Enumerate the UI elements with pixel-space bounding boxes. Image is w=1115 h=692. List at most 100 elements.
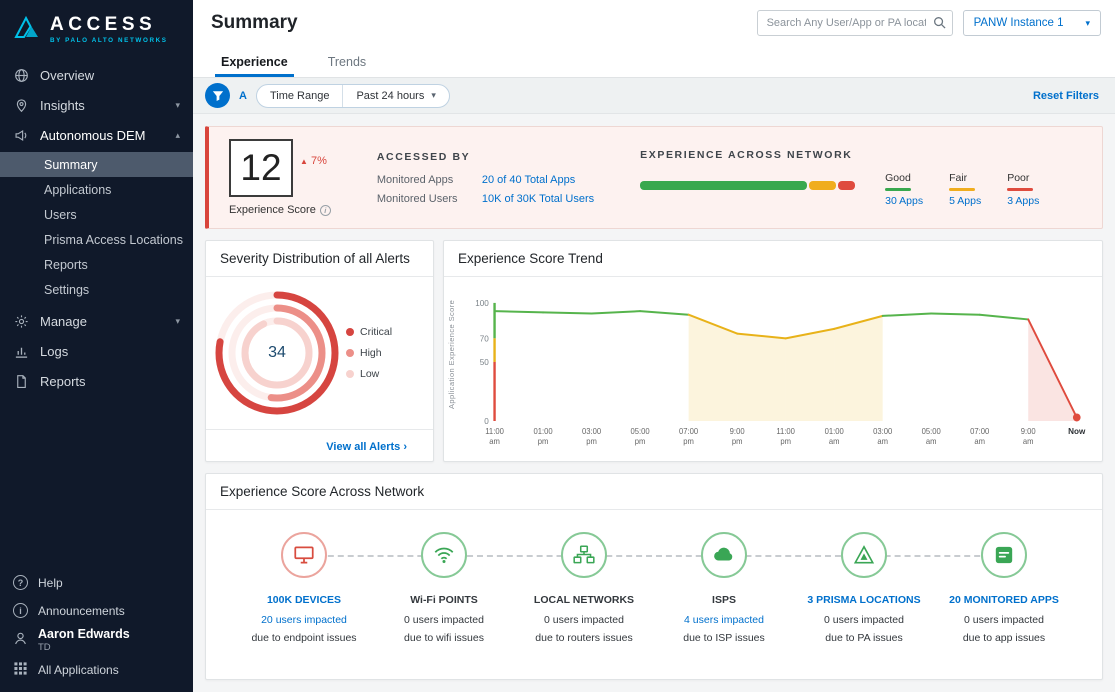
node-cause: due to ISP issues bbox=[683, 632, 765, 644]
main-area: Summary PANW Instance 1 ▾ Experience Tre… bbox=[193, 0, 1115, 692]
instance-selector[interactable]: PANW Instance 1 ▾ bbox=[963, 10, 1101, 36]
sidebar-item-overview[interactable]: Overview bbox=[0, 60, 193, 90]
legend-good: Good 30 Apps bbox=[885, 172, 923, 207]
sidebar-item-logs[interactable]: Logs bbox=[0, 336, 193, 366]
wifi-icon bbox=[421, 532, 467, 578]
apps-icon bbox=[981, 532, 1027, 578]
svg-text:am: am bbox=[1023, 437, 1034, 446]
nav-label: Overview bbox=[40, 68, 94, 83]
legend-high: High bbox=[346, 347, 392, 359]
search-icon[interactable] bbox=[933, 16, 946, 32]
help-button[interactable]: ? Help bbox=[0, 569, 193, 597]
sidebar-nav: Overview Insights ▾ Autonomous DEM ▴ Sum… bbox=[0, 60, 193, 396]
legend-count-link[interactable]: 30 Apps bbox=[885, 195, 923, 207]
svg-text:Now: Now bbox=[1068, 426, 1086, 436]
time-range-dropdown[interactable]: Past 24 hours ▾ bbox=[342, 85, 448, 107]
reset-filters-link[interactable]: Reset Filters bbox=[1033, 90, 1099, 102]
sidebar-item-reports[interactable]: Reports bbox=[0, 252, 193, 277]
sidebar-item-reports-main[interactable]: Reports bbox=[0, 366, 193, 396]
prisma-location-icon bbox=[841, 532, 887, 578]
node-impacted-link[interactable]: 20 users impacted bbox=[261, 614, 347, 626]
node-title-link[interactable]: 3 PRISMA LOCATIONS bbox=[807, 594, 920, 606]
experience-score-card: 12 ▲ 7% Experience Score i ACCESSED BY M… bbox=[205, 126, 1103, 229]
experience-score-trend-card: Experience Score Trend Application Exper… bbox=[443, 240, 1103, 462]
nav-label: All Applications bbox=[38, 663, 119, 677]
tabs: Experience Trends bbox=[193, 46, 1115, 78]
sidebar-item-autonomous-dem[interactable]: Autonomous DEM ▴ bbox=[0, 120, 193, 150]
node-cause: due to wifi issues bbox=[404, 632, 484, 644]
sidebar-item-insights[interactable]: Insights ▾ bbox=[0, 90, 193, 120]
time-range-label[interactable]: Time Range bbox=[257, 85, 343, 107]
top-bar: Summary PANW Instance 1 ▾ bbox=[193, 0, 1115, 46]
network-card-title: Experience Score Across Network bbox=[206, 474, 1102, 510]
svg-text:50: 50 bbox=[480, 357, 489, 367]
node-title-link[interactable]: 20 MONITORED APPS bbox=[949, 594, 1059, 606]
delta-up-arrow-icon: ▲ bbox=[300, 157, 308, 166]
legend-label: Good bbox=[885, 172, 923, 184]
document-icon bbox=[13, 374, 29, 389]
sidebar: ACCESS BY PALO ALTO NETWORKS Overview In… bbox=[0, 0, 193, 692]
logo-tagline: BY PALO ALTO NETWORKS bbox=[50, 37, 168, 44]
sidebar-item-manage[interactable]: Manage ▾ bbox=[0, 306, 193, 336]
search-input[interactable] bbox=[757, 10, 953, 36]
sidebar-item-settings[interactable]: Settings bbox=[0, 277, 193, 302]
accessed-by-title: ACCESSED BY bbox=[377, 151, 594, 163]
svg-text:05:00: 05:00 bbox=[922, 427, 942, 436]
tab-experience[interactable]: Experience bbox=[221, 46, 288, 77]
svg-text:07:00: 07:00 bbox=[679, 427, 699, 436]
nav-label: Reports bbox=[40, 374, 86, 389]
user-menu[interactable]: Aaron Edwards TD bbox=[0, 625, 193, 657]
svg-text:pm: pm bbox=[683, 437, 694, 446]
monitored-apps-label: Monitored Apps bbox=[377, 174, 482, 186]
tab-trends[interactable]: Trends bbox=[328, 46, 366, 77]
svg-text:100: 100 bbox=[475, 298, 489, 308]
globe-icon bbox=[13, 68, 29, 83]
svg-text:am: am bbox=[926, 437, 937, 446]
gear-icon bbox=[13, 314, 29, 329]
router-icon bbox=[561, 532, 607, 578]
node-title-link[interactable]: 100K DEVICES bbox=[267, 594, 341, 606]
legend-count-link[interactable]: 3 Apps bbox=[1007, 195, 1039, 207]
palo-alto-logo-icon bbox=[12, 13, 42, 46]
filter-button[interactable] bbox=[205, 83, 230, 108]
sidebar-item-summary[interactable]: Summary bbox=[0, 152, 193, 177]
node-cause: due to PA issues bbox=[825, 632, 902, 644]
svg-text:9:00: 9:00 bbox=[1021, 427, 1037, 436]
info-icon[interactable]: i bbox=[320, 205, 331, 216]
legend-label: Fair bbox=[949, 172, 981, 184]
logo-wordmark: ACCESS bbox=[50, 15, 168, 34]
legend-count-link[interactable]: 5 Apps bbox=[949, 195, 981, 207]
announcements-button[interactable]: i Announcements bbox=[0, 597, 193, 625]
view-all-alerts-link[interactable]: View all Alerts › bbox=[326, 441, 407, 453]
legend-poor: Poor 3 Apps bbox=[1007, 172, 1039, 207]
nav-label: Announcements bbox=[38, 604, 125, 618]
svg-text:11:00: 11:00 bbox=[485, 427, 504, 436]
network-node-wifi: Wi-Fi POINTS 0 users impacted due to wif… bbox=[374, 532, 514, 644]
sidebar-item-users[interactable]: Users bbox=[0, 202, 193, 227]
grid-icon bbox=[13, 661, 28, 679]
tab-label: Experience bbox=[221, 55, 288, 69]
svg-text:am: am bbox=[974, 437, 985, 446]
node-impacted-link[interactable]: 4 users impacted bbox=[684, 614, 764, 626]
severity-card-title: Severity Distribution of all Alerts bbox=[206, 241, 433, 277]
delta-value: 7% bbox=[311, 155, 327, 167]
node-impacted: 0 users impacted bbox=[824, 614, 904, 626]
monitored-apps-value[interactable]: 20 of 40 Total Apps bbox=[482, 174, 575, 186]
sidebar-item-applications[interactable]: Applications bbox=[0, 177, 193, 202]
accessed-by-block: ACCESSED BY Monitored Apps 20 of 40 Tota… bbox=[377, 151, 594, 205]
all-applications-button[interactable]: All Applications bbox=[0, 656, 193, 684]
megaphone-icon bbox=[13, 128, 29, 143]
monitored-users-value[interactable]: 10K of 30K Total Users bbox=[482, 193, 594, 205]
sidebar-item-prisma-access-locations[interactable]: Prisma Access Locations bbox=[0, 227, 193, 252]
devices-icon bbox=[281, 532, 327, 578]
node-cause: due to app issues bbox=[963, 632, 1045, 644]
user-tenant: TD bbox=[38, 642, 130, 654]
experience-score-trend-chart: 0507010011:00am01:00pm03:00pm05:00pm07:0… bbox=[462, 285, 1094, 456]
nav-label: Autonomous DEM bbox=[40, 128, 146, 143]
legend-label: High bbox=[360, 347, 382, 359]
chevron-down-icon: ▾ bbox=[175, 100, 180, 111]
experience-across-network-title: EXPERIENCE ACROSS NETWORK bbox=[640, 149, 1082, 161]
svg-text:am: am bbox=[489, 437, 500, 446]
score-label: Experience Score i bbox=[229, 204, 331, 216]
severity-distribution-card: Severity Distribution of all Alerts 34 C… bbox=[205, 240, 434, 462]
